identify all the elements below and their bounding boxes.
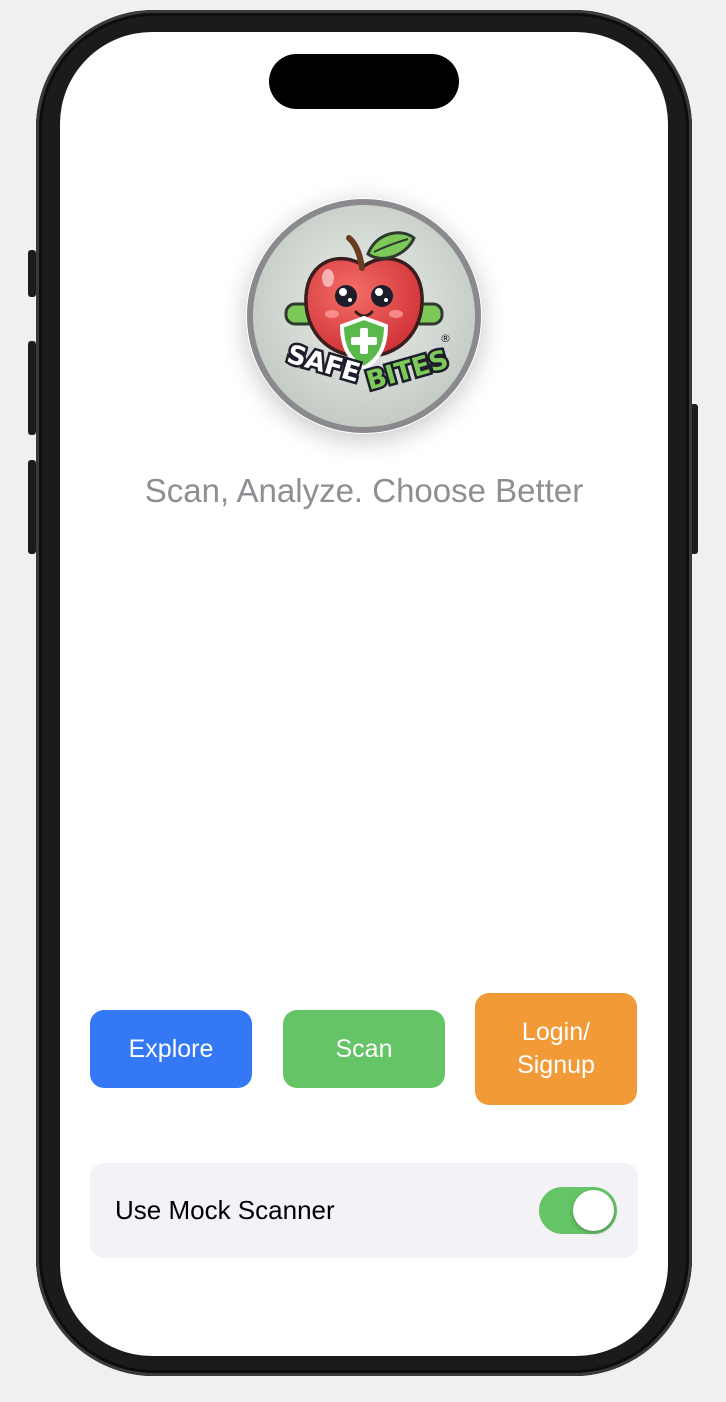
mock-scanner-toggle[interactable] — [539, 1187, 617, 1234]
scan-button[interactable]: Scan — [283, 1010, 445, 1088]
tagline: Scan, Analyze. Choose Better — [144, 472, 584, 509]
mock-scanner-label: Use Mock Scanner — [115, 1195, 335, 1225]
dynamic-island — [269, 54, 459, 109]
mute-switch — [28, 250, 36, 297]
app-screen: SAFE BITES ® Scan, Analyze. Choose Bette… — [60, 32, 668, 1356]
safebites-logo: SAFE BITES ® — [246, 198, 482, 434]
mock-scanner-row: Use Mock Scanner — [90, 1163, 638, 1258]
login-signup-button[interactable]: Login/ Signup — [475, 993, 637, 1105]
explore-button[interactable]: Explore — [90, 1010, 252, 1088]
volume-up-button — [28, 341, 36, 435]
logo-registered-mark: ® — [440, 332, 451, 345]
volume-down-button — [28, 460, 36, 554]
toggle-knob — [573, 1190, 614, 1231]
